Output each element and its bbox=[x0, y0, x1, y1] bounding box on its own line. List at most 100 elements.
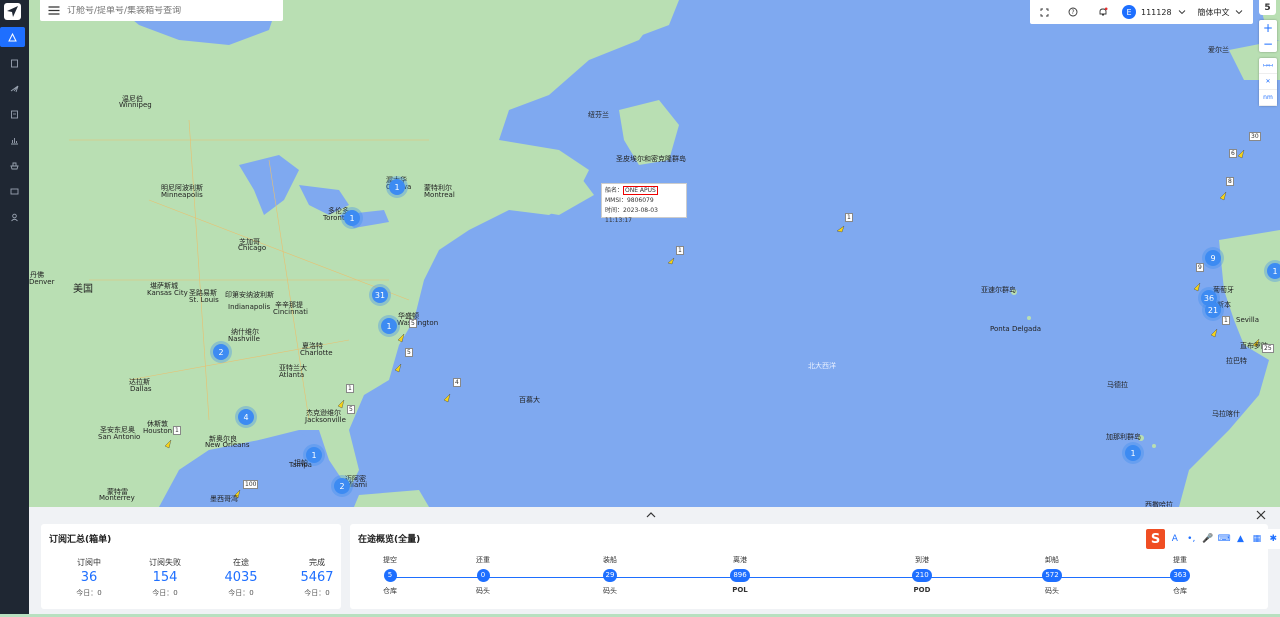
measure-distance-button[interactable]: ↦↤ bbox=[1259, 58, 1277, 74]
app-logo[interactable] bbox=[4, 3, 21, 20]
collapse-panel-icon[interactable] bbox=[644, 509, 658, 521]
ship-group-count[interactable]: 30 bbox=[1249, 132, 1261, 141]
ship-group-count[interactable]: 4 bbox=[453, 378, 461, 387]
transit-overview-card: 在途概览(全量) 提空 5 仓库 还重 0 码头 装船 29 码头 离港 896 POL 到港 210 PO… bbox=[350, 524, 1268, 609]
vessel-cluster-marker[interactable]: 2 bbox=[213, 344, 229, 360]
vessel-cluster-marker[interactable]: 31 bbox=[372, 287, 388, 303]
map-place-label: 爱尔兰 bbox=[1208, 46, 1229, 54]
stage-count[interactable]: 896 bbox=[730, 569, 750, 582]
vessel-cluster-marker[interactable]: 21 bbox=[1205, 302, 1221, 318]
close-panel-icon[interactable] bbox=[1255, 509, 1267, 521]
vessel-cluster-marker[interactable]: 1 bbox=[1267, 263, 1280, 279]
stat-value[interactable]: 154 bbox=[127, 570, 203, 585]
stat-today: 今日：0 bbox=[228, 589, 254, 597]
subscription-stat[interactable]: 订阅中 36 今日：0 bbox=[51, 557, 127, 598]
language-select[interactable]: 簡体中文 bbox=[1190, 0, 1250, 24]
user-menu[interactable]: E 111128 bbox=[1118, 0, 1190, 24]
map-place-label: 美国 bbox=[73, 284, 93, 295]
ime-punctuation-icon[interactable]: •, bbox=[1185, 532, 1198, 546]
ship-group-count[interactable]: 1 bbox=[1222, 316, 1230, 325]
subscription-stat[interactable]: 完成 5467 今日：0 bbox=[279, 557, 355, 598]
transit-stage[interactable]: 还重 0 码头 bbox=[453, 555, 513, 596]
ship-group-count[interactable]: 5 bbox=[347, 405, 355, 414]
map-place-label: Montreal bbox=[424, 191, 455, 199]
transit-stage[interactable]: 提重 363 仓库 bbox=[1150, 555, 1210, 596]
map-place-label: Charlotte bbox=[300, 349, 333, 357]
stage-count[interactable]: 5 bbox=[383, 569, 397, 582]
stage-count[interactable]: 29 bbox=[602, 569, 618, 582]
nav-tracking[interactable] bbox=[0, 78, 29, 98]
ship-group-count[interactable]: 6 bbox=[1229, 149, 1237, 158]
search-input[interactable] bbox=[67, 5, 267, 16]
vessel-cluster-marker[interactable]: 1 bbox=[344, 210, 360, 226]
map-place-label: 拉巴特 bbox=[1226, 357, 1247, 365]
vessel-cluster-marker[interactable]: 1 bbox=[306, 447, 322, 463]
stat-value[interactable]: 5467 bbox=[279, 570, 355, 585]
ship-group-count[interactable]: 5 bbox=[405, 348, 413, 357]
svg-text:?: ? bbox=[1071, 9, 1074, 16]
ime-logo-icon[interactable]: S bbox=[1146, 529, 1166, 549]
unit-toggle-button[interactable]: nm bbox=[1259, 90, 1277, 106]
ship-group-count[interactable]: 25 bbox=[1262, 344, 1274, 353]
transit-stage[interactable]: 提空 5 仓库 bbox=[360, 555, 420, 596]
nav-map[interactable] bbox=[0, 27, 25, 47]
ime-keyboard-icon[interactable]: ⌨ bbox=[1217, 532, 1231, 546]
stage-count[interactable]: 0 bbox=[476, 569, 490, 582]
ship-group-count[interactable]: 8 bbox=[1226, 177, 1234, 186]
ime-mode-icon[interactable]: A bbox=[1168, 532, 1181, 546]
fullscreen-button[interactable] bbox=[1030, 0, 1058, 24]
nav-orders[interactable] bbox=[0, 53, 29, 73]
ship-group-count[interactable]: 1 bbox=[173, 426, 181, 435]
transit-stage[interactable]: 到港 210 POD bbox=[892, 555, 952, 594]
notification-count-badge[interactable]: 5 bbox=[1259, 0, 1276, 15]
ship-group-count[interactable]: 1 bbox=[845, 213, 853, 222]
nav-containers[interactable] bbox=[0, 181, 29, 201]
subscription-stat[interactable]: 在途 4035 今日：0 bbox=[203, 557, 279, 598]
stage-label: 卸船 bbox=[1045, 556, 1059, 564]
stage-label: 装船 bbox=[603, 556, 617, 564]
map-place-label: 圣皮埃尔和密克隆群岛 bbox=[616, 155, 686, 163]
nav-vessels[interactable] bbox=[0, 155, 29, 175]
stage-count[interactable]: 572 bbox=[1042, 569, 1062, 582]
vessel-cluster-marker[interactable]: 1 bbox=[381, 318, 397, 334]
vessel-cluster-marker[interactable]: 1 bbox=[1125, 445, 1141, 461]
clear-measure-button[interactable]: ✕ bbox=[1259, 74, 1277, 90]
vessel-cluster-marker[interactable]: 2 bbox=[334, 478, 350, 494]
help-button[interactable]: ? bbox=[1058, 0, 1088, 24]
subscription-stat[interactable]: 订阅失败 154 今日：0 bbox=[127, 557, 203, 598]
file-icon bbox=[11, 110, 18, 118]
transit-stage[interactable]: 离港 896 POL bbox=[710, 555, 770, 594]
stat-value[interactable]: 36 bbox=[51, 570, 127, 585]
fullscreen-icon bbox=[1040, 8, 1048, 16]
map-place-label: Chicago bbox=[238, 244, 267, 252]
zoom-out-button[interactable]: − bbox=[1259, 36, 1277, 52]
ship-group-count[interactable]: 100 bbox=[243, 480, 259, 489]
transit-stage[interactable]: 卸船 572 码头 bbox=[1022, 555, 1082, 596]
nav-settings[interactable] bbox=[0, 207, 29, 227]
notifications-button[interactable] bbox=[1088, 0, 1118, 24]
map-place-label: Dallas bbox=[130, 385, 152, 393]
ship-group-count[interactable]: 5 bbox=[409, 319, 417, 328]
world-map[interactable]: 美国 温尼伯 Winnipeg 明尼阿波利斯 Minneapolis 芝加哥 Chicago… bbox=[29, 0, 1280, 507]
nav-reports[interactable] bbox=[0, 104, 29, 124]
menu-icon[interactable] bbox=[47, 6, 61, 15]
vessel-cluster-marker[interactable]: 1 bbox=[389, 179, 405, 195]
zoom-in-button[interactable]: + bbox=[1259, 20, 1277, 36]
stage-count[interactable]: 363 bbox=[1170, 569, 1190, 582]
transit-stage[interactable]: 装船 29 码头 bbox=[580, 555, 640, 596]
ship-name-value[interactable]: ONE APUS bbox=[623, 186, 658, 195]
map-terrain bbox=[29, 0, 1280, 507]
vessel-cluster-marker[interactable]: 4 bbox=[238, 409, 254, 425]
ime-toolbox-icon[interactable]: ▦ bbox=[1250, 532, 1263, 546]
ime-voice-icon[interactable]: 🎤 bbox=[1201, 532, 1214, 546]
ime-skin-icon[interactable]: ▲ bbox=[1234, 532, 1247, 546]
ship-group-count[interactable]: 1 bbox=[676, 246, 684, 255]
stage-count[interactable]: 210 bbox=[912, 569, 932, 582]
ime-settings-icon[interactable]: ✱ bbox=[1267, 532, 1280, 546]
stat-value[interactable]: 4035 bbox=[203, 570, 279, 585]
ship-group-count[interactable]: 1 bbox=[346, 384, 354, 393]
ship-group-count[interactable]: 9 bbox=[1196, 263, 1204, 272]
vessel-cluster-marker[interactable]: 9 bbox=[1205, 250, 1221, 266]
transit-title: 在途概览(全量) bbox=[358, 535, 421, 545]
nav-statistics[interactable] bbox=[0, 130, 29, 150]
